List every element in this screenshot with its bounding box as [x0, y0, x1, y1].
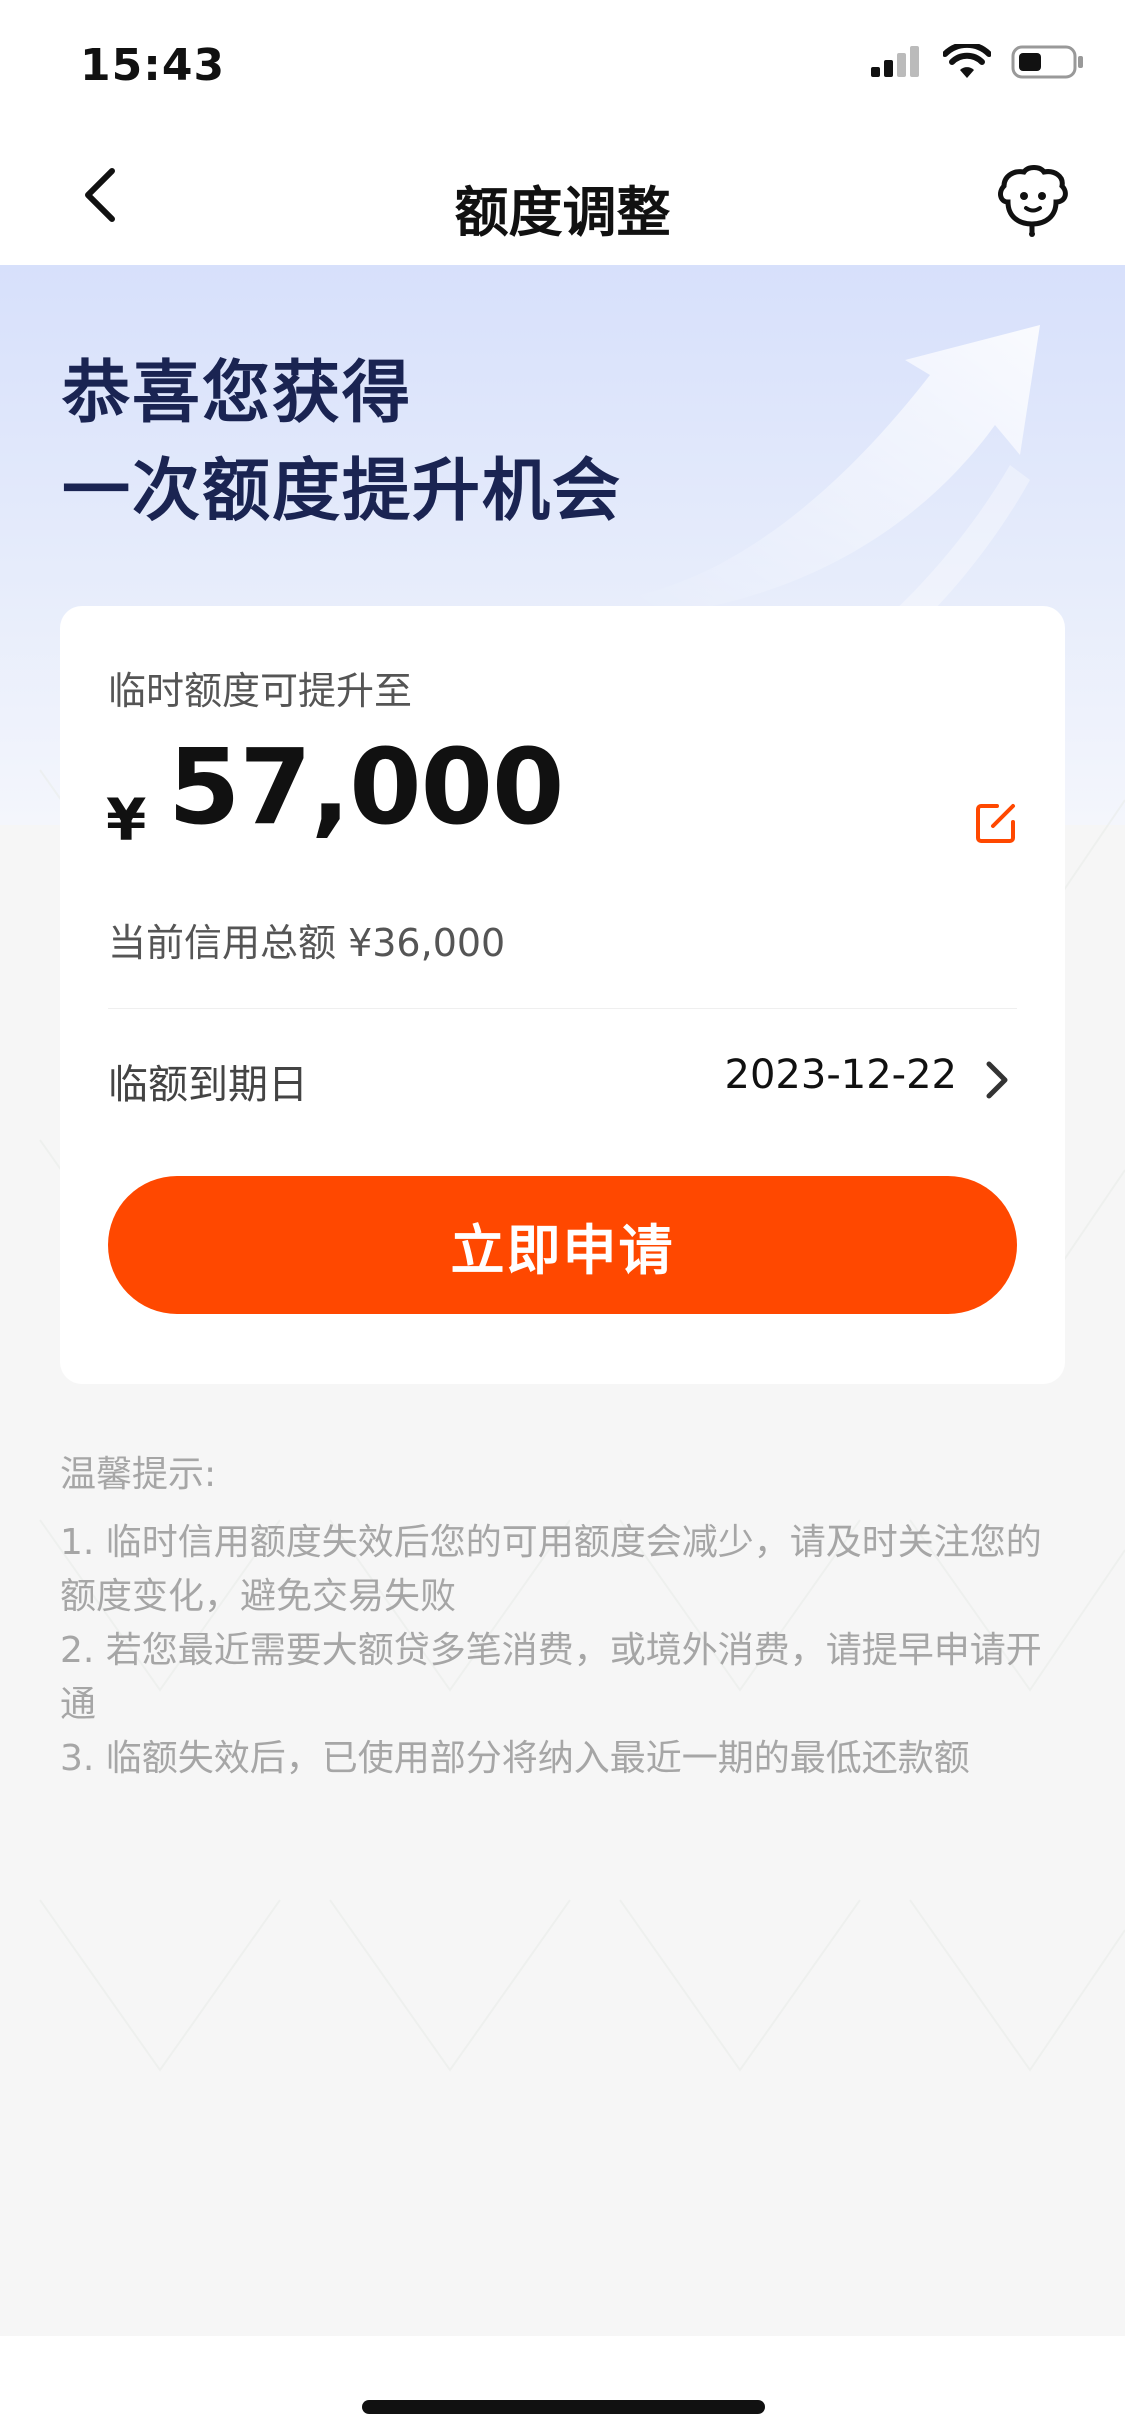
battery-icon — [1011, 45, 1083, 79]
current-credit-total: 当前信用总额 ¥36,000 — [108, 921, 506, 965]
due-date-value[interactable]: 2023-12-22 — [725, 1052, 957, 1098]
home-indicator[interactable] — [362, 2400, 765, 2414]
tips-title: 温馨提示: — [60, 1454, 217, 1495]
status-icons — [869, 44, 1085, 80]
tip-item-3: 3. 临额失效后，已使用部分将纳入最近一期的最低还款额 — [60, 1738, 970, 1779]
tip-item-2: 2. 若您最近需要大额贷多笔消费，或境外消费，请提早申请开通 — [60, 1630, 1042, 1725]
edit-icon[interactable] — [975, 802, 1017, 844]
signal-icon — [871, 46, 919, 77]
nav-bar: 额度调整 — [0, 130, 1125, 265]
hero-title-line1: 恭喜您获得 — [62, 354, 413, 433]
wifi-icon — [943, 44, 991, 78]
page-title: 额度调整 — [454, 181, 671, 244]
temp-limit-amount: 57,000 — [168, 726, 564, 848]
temp-limit-label: 临时额度可提升至 — [108, 669, 413, 713]
chevron-right-icon[interactable] — [977, 1058, 1017, 1102]
hero-title: 恭喜您获得 一次额度提升机会 — [62, 345, 622, 541]
home-bar-area — [0, 2336, 1125, 2436]
status-bar: 15:43 — [0, 0, 1125, 130]
hero-title-line2: 一次额度提升机会 — [62, 452, 623, 531]
currency-symbol: ¥ — [106, 786, 147, 854]
status-time: 15:43 — [80, 40, 226, 91]
assistant-robot-icon[interactable] — [994, 162, 1070, 238]
apply-now-button[interactable]: 立即申请 — [108, 1176, 1017, 1314]
credit-limit-card: 临时额度可提升至 ¥ 57,000 当前信用总额 ¥36,000 临额到期日 2… — [60, 606, 1065, 1384]
divider — [108, 1008, 1017, 1009]
tips-section: 温馨提示: 1. 临时信用额度失效后您的可用额度会减少，请及时关注您的额度变化，… — [60, 1448, 1070, 1786]
tip-item-1: 1. 临时信用额度失效后您的可用额度会减少，请及时关注您的额度变化，避免交易失败 — [60, 1522, 1042, 1617]
due-date-label: 临额到期日 — [108, 1062, 308, 1108]
